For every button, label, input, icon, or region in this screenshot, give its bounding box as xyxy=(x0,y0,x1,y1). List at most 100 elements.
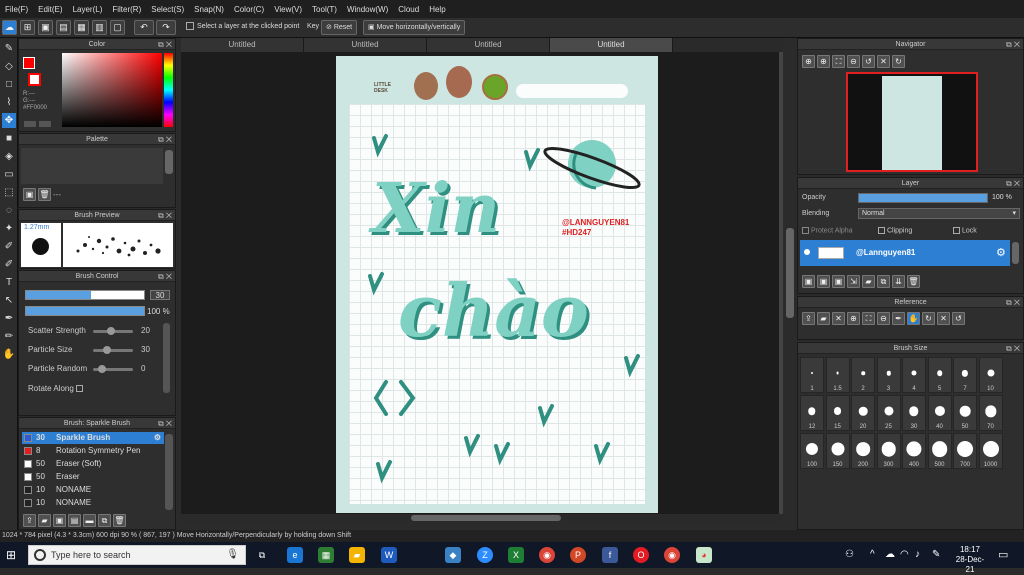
menu-item[interactable]: Edit(E) xyxy=(33,5,67,14)
blending-select[interactable]: Normal ▾ xyxy=(858,208,1020,219)
grid-icon[interactable]: ▦ xyxy=(74,20,89,35)
select-tool-icon[interactable]: ⬚ xyxy=(2,185,16,200)
ref-dropper-icon[interactable]: ✒ xyxy=(892,312,905,325)
menu-item[interactable]: Layer(L) xyxy=(68,5,108,14)
gear-icon[interactable]: ⚙ xyxy=(996,246,1006,259)
color-mode-button[interactable] xyxy=(24,121,36,127)
slider-knob[interactable] xyxy=(103,346,111,354)
wifi-icon[interactable]: ◠ xyxy=(900,549,909,560)
pen-tool-icon[interactable]: ✎ xyxy=(2,41,16,56)
brush-size-cell[interactable]: 2 xyxy=(851,357,875,393)
panel-close-icon[interactable]: ⧉ ✕ xyxy=(158,134,172,145)
panel-close-icon[interactable]: ⧉ ✕ xyxy=(1006,178,1020,189)
brush-size-cell[interactable]: 15 xyxy=(825,395,850,431)
panel-close-icon[interactable]: ⧉ ✕ xyxy=(1006,297,1020,308)
hand-tool-icon[interactable]: ✋ xyxy=(2,347,16,362)
zoom-minus-icon[interactable]: ⊖ xyxy=(847,55,860,68)
select-pen-icon[interactable]: ✐ xyxy=(2,239,16,254)
brush-size-slider[interactable] xyxy=(25,290,145,300)
zoom-in-icon[interactable]: ⊕ xyxy=(802,55,815,68)
powerpoint-icon[interactable]: P xyxy=(570,547,586,563)
task-view-icon[interactable]: ⧉ xyxy=(254,547,270,563)
artwork-page[interactable]: LITTLE DESK Xin chào @LANNGUYEN81 #HD247 xyxy=(336,56,658,513)
menu-item[interactable]: Help xyxy=(424,5,450,14)
panel-close-icon[interactable]: ⧉ ✕ xyxy=(158,210,172,221)
brush-folder-icon[interactable]: ▰ xyxy=(38,514,51,527)
brush-size-cell[interactable]: 200 xyxy=(851,433,875,469)
brush-copy-icon[interactable]: ▤ xyxy=(68,514,81,527)
brush-size-cell[interactable]: 150 xyxy=(825,433,850,469)
menu-item[interactable]: Select(S) xyxy=(146,5,189,14)
palette-scrollbar[interactable] xyxy=(165,150,173,174)
hue-slider[interactable] xyxy=(164,53,173,127)
checkbox-icon[interactable] xyxy=(953,227,960,234)
tab-untitled[interactable]: Untitled xyxy=(550,38,673,52)
menu-item[interactable]: Color(C) xyxy=(229,5,269,14)
lock-option[interactable]: Lock xyxy=(953,227,977,234)
checkbox-icon[interactable] xyxy=(76,385,84,393)
tab-untitled[interactable]: Untitled xyxy=(427,38,550,52)
secondary-color-swatch[interactable] xyxy=(28,73,41,86)
brush-param-slider[interactable] xyxy=(93,365,133,373)
lasso-select-icon[interactable]: ◌ xyxy=(2,203,16,218)
brush-cloud-icon[interactable]: ⇪ xyxy=(23,514,36,527)
clock[interactable]: 18:17 28-Dec-21 xyxy=(955,545,985,575)
brush-size-cell[interactable]: 700 xyxy=(953,433,977,469)
redo-icon[interactable]: ↷ xyxy=(156,20,176,35)
comment-icon[interactable]: ▤ xyxy=(56,20,71,35)
brush-list-item[interactable]: 50 Eraser (Soft) xyxy=(22,458,164,470)
medibang-icon[interactable]: ◕ xyxy=(696,547,712,563)
layer-import-icon[interactable]: ⇲ xyxy=(847,275,860,288)
brush-param-slider[interactable] xyxy=(93,327,133,335)
canvas-hscroll-track[interactable] xyxy=(181,514,783,522)
file-explorer-icon[interactable]: ▰ xyxy=(349,547,365,563)
canvas-hscroll-thumb[interactable] xyxy=(411,515,561,521)
navigator-preview[interactable] xyxy=(846,72,978,172)
volume-icon[interactable]: ♪ xyxy=(915,549,920,560)
palette-add-icon[interactable]: ▣ xyxy=(23,188,36,201)
panel-close-icon[interactable]: ⧉ ✕ xyxy=(1006,343,1020,354)
reset-view-icon[interactable]: ✕ xyxy=(877,55,890,68)
brush-add-icon[interactable]: ▣ xyxy=(53,514,66,527)
fit-icon[interactable]: ⛶ xyxy=(832,55,845,68)
chrome-alt-icon[interactable]: ◉ xyxy=(664,547,680,563)
color-mode-button-2[interactable] xyxy=(39,121,51,127)
frame-icon[interactable]: ▢ xyxy=(110,20,125,35)
select-eraser-icon[interactable]: ✐ xyxy=(2,257,16,272)
app-icon[interactable]: ◆ xyxy=(445,547,461,563)
color-picker-area[interactable] xyxy=(62,53,162,127)
layer-folder-icon[interactable]: ▰ xyxy=(862,275,875,288)
brush-duplicate-icon[interactable]: ⧉ xyxy=(98,514,111,527)
brush-size-cell[interactable]: 70 xyxy=(978,395,1003,431)
layout-icon[interactable]: ▥ xyxy=(92,20,107,35)
brush-delete-icon[interactable]: 🗑 xyxy=(113,514,126,527)
brush-size-cell[interactable]: 1.5 xyxy=(825,357,850,393)
brush-control-scrollbar[interactable] xyxy=(163,323,170,393)
primary-color-swatch[interactable] xyxy=(23,57,35,69)
magic-wand-icon[interactable]: ✦ xyxy=(2,221,16,236)
brush-size-cell[interactable]: 3 xyxy=(876,357,901,393)
zoom-out-icon[interactable]: ⊕ xyxy=(817,55,830,68)
reset-button[interactable]: ⊘ Reset xyxy=(321,20,358,35)
people-icon[interactable]: ⚇ xyxy=(845,549,854,560)
ref-hand-icon[interactable]: ✋ xyxy=(907,312,920,325)
new-file-icon[interactable]: ⊞ xyxy=(20,20,35,35)
brush-list-item[interactable]: 8 Rotation Symmetry Pen xyxy=(22,445,164,457)
ref-rotate-icon[interactable]: ↻ xyxy=(922,312,935,325)
rotate-right-icon[interactable]: ↻ xyxy=(892,55,905,68)
ref-rotate2-icon[interactable]: ↺ xyxy=(952,312,965,325)
ref-cloud-icon[interactable]: ⇪ xyxy=(802,312,815,325)
layer-new2-icon[interactable]: ▣ xyxy=(817,275,830,288)
brush-size-cell[interactable]: 4 xyxy=(902,357,926,393)
eraser-tool-icon[interactable]: ◇ xyxy=(2,59,16,74)
layer-new-icon[interactable]: ▣ xyxy=(802,275,815,288)
ref-close-icon[interactable]: ✕ xyxy=(832,312,845,325)
text-tool-icon[interactable]: T xyxy=(2,275,16,290)
rotate-left-icon[interactable]: ↺ xyxy=(862,55,875,68)
brush-list-item[interactable]: 10 NONAME xyxy=(22,497,164,509)
checkbox-icon[interactable] xyxy=(878,227,885,234)
menu-item[interactable]: Filter(R) xyxy=(107,5,146,14)
notification-icon[interactable]: ▭ xyxy=(998,548,1008,561)
brush-size-cell[interactable]: 500 xyxy=(927,433,952,469)
brush-size-cell[interactable]: 300 xyxy=(876,433,901,469)
